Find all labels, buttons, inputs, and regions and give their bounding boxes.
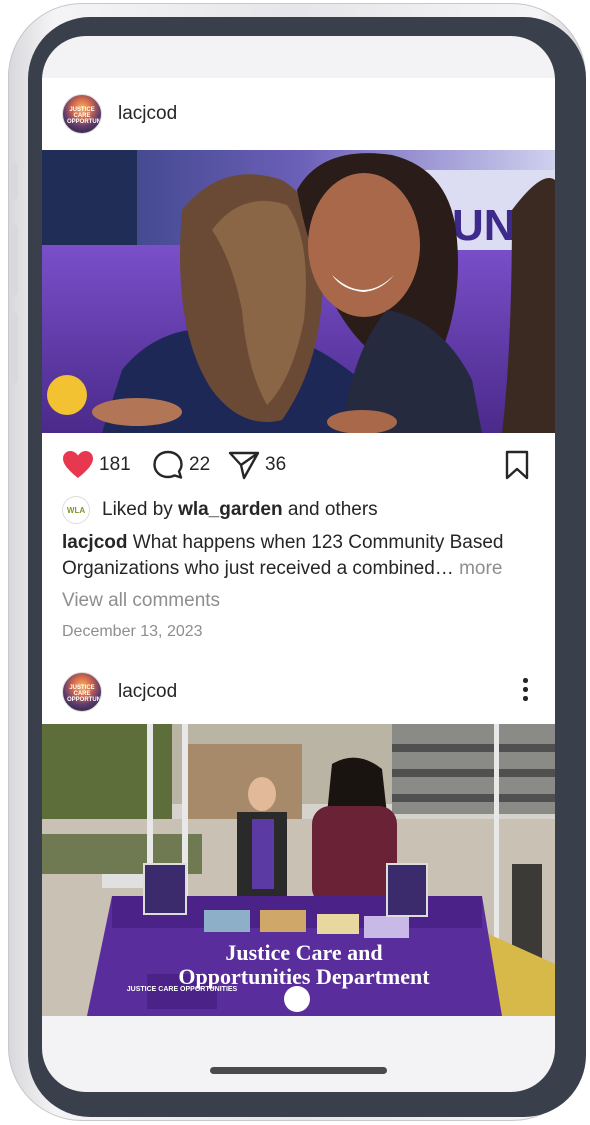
- bookmark-button[interactable]: [504, 450, 530, 480]
- liked-by-user[interactable]: wla_garden: [178, 499, 283, 521]
- side-button: [10, 225, 18, 295]
- caption-text: What happens when 123 Community Based Or…: [62, 532, 504, 579]
- avatar-text: JUSTICE CARE OPPORTUNITIES: [67, 685, 102, 703]
- caption-username[interactable]: lacjcod: [62, 532, 127, 553]
- view-all-comments[interactable]: View all comments: [62, 590, 220, 612]
- heart-icon: [63, 451, 93, 478]
- avatar-text: JUSTICE CARE OPPORTUNITIES: [67, 107, 102, 125]
- post-card: JUSTICE CARE OPPORTUNITIES lacjcod: [42, 656, 555, 726]
- liked-by-suffix[interactable]: and others: [288, 499, 378, 521]
- photo-hug: UNIT: [42, 150, 555, 433]
- like-count: 181: [99, 454, 131, 475]
- more-dots-icon[interactable]: [523, 678, 529, 705]
- comment-icon: [153, 450, 183, 479]
- tablecloth-line2: Opportunities Department: [178, 964, 430, 989]
- screen: JUSTICE CARE OPPORTUNITIES lacjcod UNIT: [42, 36, 555, 1092]
- liked-avatar-text: WLA: [66, 505, 86, 515]
- home-indicator[interactable]: [210, 1067, 387, 1074]
- post-actions: 181 22 36: [42, 436, 555, 496]
- post-header: JUSTICE CARE OPPORTUNITIES lacjcod: [42, 78, 555, 150]
- photo-booth: JUSTICE CARE OPPORTUNITIES Justice Care …: [42, 724, 555, 1016]
- post-photo[interactable]: JUSTICE CARE OPPORTUNITIES Justice Care …: [42, 724, 555, 1016]
- bookmark-icon: [505, 450, 529, 480]
- post-date: December 13, 2023: [62, 623, 203, 640]
- share-count: 36: [265, 454, 287, 475]
- liked-by: WLA Liked by wla_garden and others: [62, 496, 378, 524]
- side-button: [10, 163, 18, 199]
- more-link[interactable]: more: [459, 558, 502, 579]
- username[interactable]: lacjcod: [118, 103, 177, 125]
- caption: lacjcod What happens when 123 Community …: [62, 530, 537, 582]
- comment-count: 22: [189, 454, 211, 475]
- liked-by-prefix: Liked by: [102, 499, 173, 520]
- avatar[interactable]: JUSTICE CARE OPPORTUNITIES: [62, 94, 102, 134]
- avatar[interactable]: JUSTICE CARE OPPORTUNITIES: [62, 672, 102, 712]
- tablecloth-line1: Justice Care and: [225, 940, 382, 965]
- share-button[interactable]: 36: [228, 450, 286, 480]
- post-photo[interactable]: UNIT: [42, 150, 555, 433]
- comment-button[interactable]: 22: [152, 450, 210, 480]
- liked-avatar[interactable]: WLA: [62, 496, 90, 524]
- post-header: JUSTICE CARE OPPORTUNITIES lacjcod: [42, 656, 555, 728]
- like-button[interactable]: 181: [62, 450, 131, 480]
- share-icon: [228, 451, 260, 480]
- side-button: [10, 313, 18, 383]
- username[interactable]: lacjcod: [118, 681, 177, 703]
